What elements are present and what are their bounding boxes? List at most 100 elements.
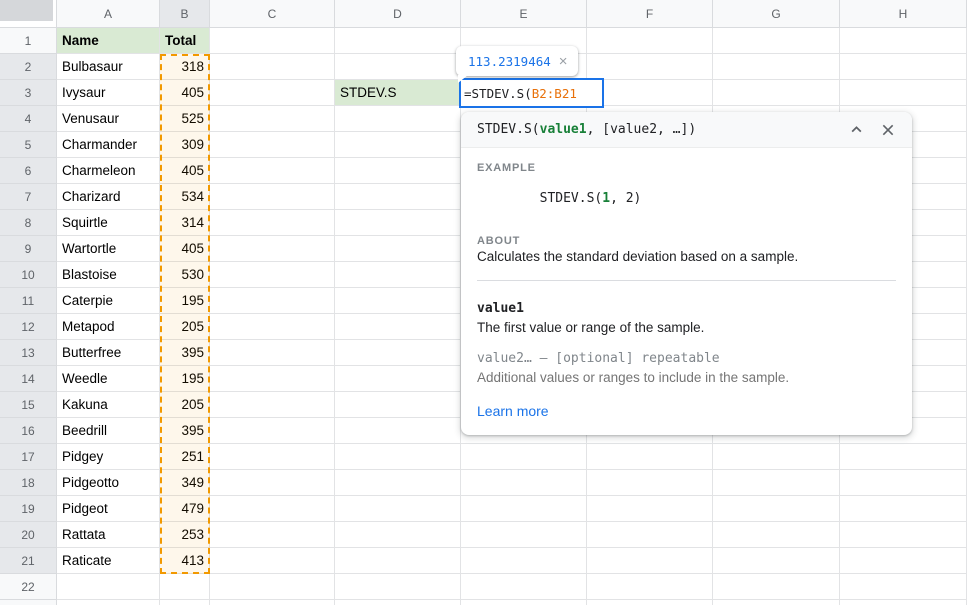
cell-E20[interactable] (461, 522, 587, 548)
row-header-15[interactable]: 15 (0, 392, 57, 418)
cell-D13[interactable] (335, 340, 461, 366)
cell-G19[interactable] (713, 496, 840, 522)
cell-B16[interactable]: 395 (160, 418, 210, 444)
cell-E18[interactable] (461, 470, 587, 496)
row-header-19[interactable]: 19 (0, 496, 57, 522)
cell-A20[interactable]: Rattata (57, 522, 160, 548)
cell-C22[interactable] (210, 574, 335, 600)
cell-C5[interactable] (210, 132, 335, 158)
row-header-6[interactable]: 6 (0, 158, 57, 184)
cell-D9[interactable] (335, 236, 461, 262)
close-icon[interactable] (876, 118, 900, 142)
cell-F21[interactable] (587, 548, 713, 574)
cell-D5[interactable] (335, 132, 461, 158)
col-header-H[interactable]: H (840, 0, 967, 28)
cell-D21[interactable] (335, 548, 461, 574)
row-header-18[interactable]: 18 (0, 470, 57, 496)
row-header-23[interactable]: 23 (0, 600, 57, 605)
cell-C1[interactable] (210, 28, 335, 54)
row-header-12[interactable]: 12 (0, 314, 57, 340)
cell-D7[interactable] (335, 184, 461, 210)
select-all-corner[interactable] (0, 0, 57, 28)
cell-A18[interactable]: Pidgeotto (57, 470, 160, 496)
cell-F2[interactable] (587, 54, 713, 80)
cell-D6[interactable] (335, 158, 461, 184)
cell-A2[interactable]: Bulbasaur (57, 54, 160, 80)
cell-D20[interactable] (335, 522, 461, 548)
row-header-4[interactable]: 4 (0, 106, 57, 132)
cell-B6[interactable]: 405 (160, 158, 210, 184)
cell-B4[interactable]: 525 (160, 106, 210, 132)
cell-D1[interactable] (335, 28, 461, 54)
cell-C3[interactable] (210, 80, 335, 106)
col-header-D[interactable]: D (335, 0, 461, 28)
cell-B15[interactable]: 205 (160, 392, 210, 418)
cell-D4[interactable] (335, 106, 461, 132)
cell-H17[interactable] (840, 444, 967, 470)
cell-B17[interactable]: 251 (160, 444, 210, 470)
cell-B22[interactable] (160, 574, 210, 600)
cell-D23[interactable] (335, 600, 461, 605)
cell-C6[interactable] (210, 158, 335, 184)
cell-C16[interactable] (210, 418, 335, 444)
cell-D18[interactable] (335, 470, 461, 496)
cell-C7[interactable] (210, 184, 335, 210)
cell-C19[interactable] (210, 496, 335, 522)
cell-B12[interactable]: 205 (160, 314, 210, 340)
row-header-17[interactable]: 17 (0, 444, 57, 470)
cell-A4[interactable]: Venusaur (57, 106, 160, 132)
preview-close-icon[interactable]: × (559, 54, 568, 69)
cell-A23[interactable] (57, 600, 160, 605)
cell-A17[interactable]: Pidgey (57, 444, 160, 470)
cell-B10[interactable]: 530 (160, 262, 210, 288)
cell-D17[interactable] (335, 444, 461, 470)
cell-A21[interactable]: Raticate (57, 548, 160, 574)
cell-A22[interactable] (57, 574, 160, 600)
cell-G17[interactable] (713, 444, 840, 470)
cell-A14[interactable]: Weedle (57, 366, 160, 392)
row-header-1[interactable]: 1 (0, 28, 57, 54)
cell-A19[interactable]: Pidgeot (57, 496, 160, 522)
cell-C15[interactable] (210, 392, 335, 418)
cell-H19[interactable] (840, 496, 967, 522)
row-header-9[interactable]: 9 (0, 236, 57, 262)
learn-more-link[interactable]: Learn more (477, 403, 549, 419)
cell-G1[interactable] (713, 28, 840, 54)
cell-B19[interactable]: 479 (160, 496, 210, 522)
row-header-13[interactable]: 13 (0, 340, 57, 366)
cell-D2[interactable] (335, 54, 461, 80)
cell-E22[interactable] (461, 574, 587, 600)
cell-G18[interactable] (713, 470, 840, 496)
cell-F18[interactable] (587, 470, 713, 496)
cell-A9[interactable]: Wartortle (57, 236, 160, 262)
row-header-3[interactable]: 3 (0, 80, 57, 106)
row-header-2[interactable]: 2 (0, 54, 57, 80)
row-header-20[interactable]: 20 (0, 522, 57, 548)
cell-C23[interactable] (210, 600, 335, 605)
row-header-11[interactable]: 11 (0, 288, 57, 314)
row-header-7[interactable]: 7 (0, 184, 57, 210)
cell-F22[interactable] (587, 574, 713, 600)
cell-A13[interactable]: Butterfree (57, 340, 160, 366)
cell-C10[interactable] (210, 262, 335, 288)
cell-H23[interactable] (840, 600, 967, 605)
cell-B11[interactable]: 195 (160, 288, 210, 314)
cell-A16[interactable]: Beedrill (57, 418, 160, 444)
row-header-5[interactable]: 5 (0, 132, 57, 158)
cell-E19[interactable] (461, 496, 587, 522)
cell-C4[interactable] (210, 106, 335, 132)
cell-A1[interactable]: Name (57, 28, 160, 54)
cell-D14[interactable] (335, 366, 461, 392)
cell-C12[interactable] (210, 314, 335, 340)
cell-C17[interactable] (210, 444, 335, 470)
cell-F23[interactable] (587, 600, 713, 605)
cell-F19[interactable] (587, 496, 713, 522)
cell-A11[interactable]: Caterpie (57, 288, 160, 314)
row-header-14[interactable]: 14 (0, 366, 57, 392)
col-header-F[interactable]: F (587, 0, 713, 28)
cell-G23[interactable] (713, 600, 840, 605)
cell-H1[interactable] (840, 28, 967, 54)
cell-C21[interactable] (210, 548, 335, 574)
row-header-21[interactable]: 21 (0, 548, 57, 574)
cell-E17[interactable] (461, 444, 587, 470)
